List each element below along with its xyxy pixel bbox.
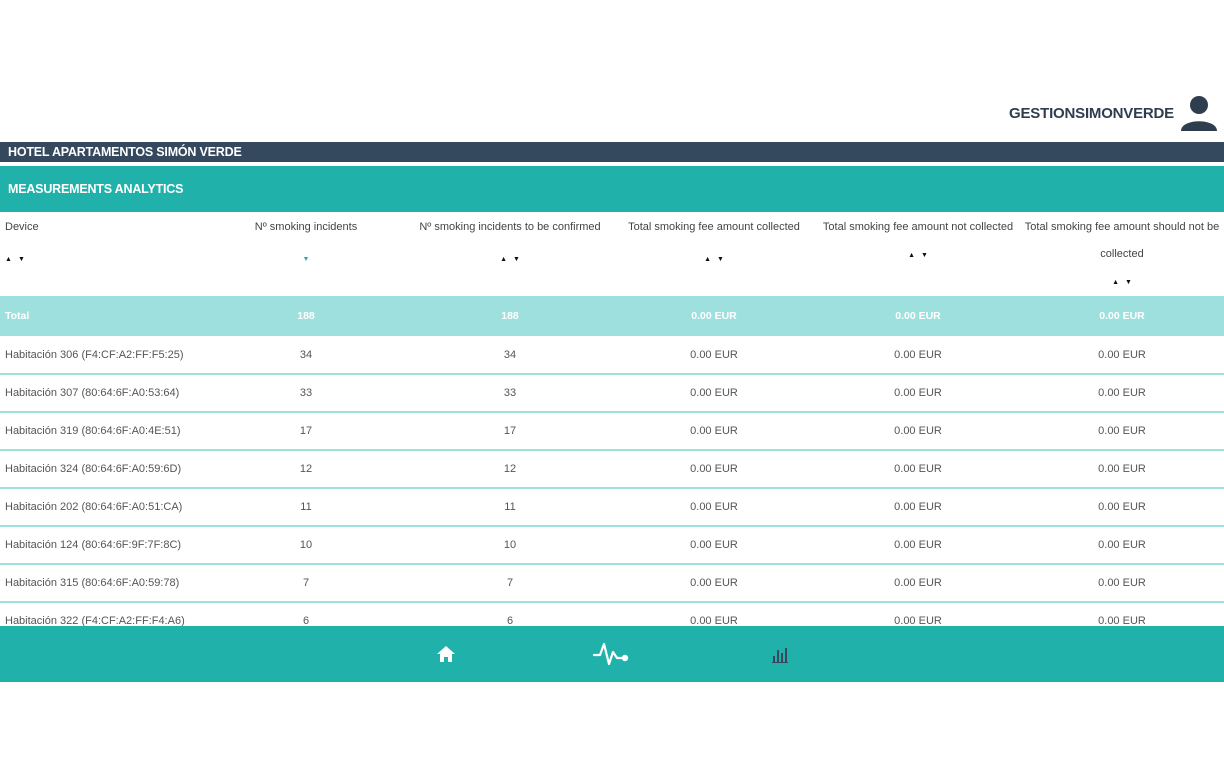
sort-arrows-icon[interactable]: ▲ ▼ <box>908 242 928 269</box>
analytics-table: Device ▲ ▼ Nº smoking incidents ▼ Nº smok… <box>0 214 1224 626</box>
value-cell: 34 <box>204 336 408 375</box>
user-icon[interactable] <box>1180 94 1218 132</box>
value-cell: 0.00 EUR <box>612 488 816 527</box>
pulse-icon <box>592 642 629 666</box>
value-cell: 7 <box>204 564 408 603</box>
nav-home-button[interactable] <box>432 640 460 668</box>
analytics-table-container[interactable]: Device ▲ ▼ Nº smoking incidents ▼ Nº smok… <box>0 214 1224 626</box>
total-cell: 0.00 EUR <box>612 296 816 336</box>
value-cell: 0.00 EUR <box>816 336 1020 375</box>
value-cell: 0.00 EUR <box>1020 336 1224 375</box>
value-cell: 11 <box>408 488 612 527</box>
total-cell: 0.00 EUR <box>1020 296 1224 336</box>
value-cell: 0.00 EUR <box>1020 488 1224 527</box>
value-cell: 0.00 EUR <box>612 602 816 626</box>
table-row[interactable]: Habitación 319 (80:64:6F:A0:4E:51) 17 17 0.… <box>0 412 1224 451</box>
total-cell: 188 <box>204 296 408 336</box>
table-row[interactable]: Habitación 307 (80:64:6F:A0:53:64) 33 33 0.… <box>0 374 1224 413</box>
value-cell: 17 <box>204 412 408 451</box>
value-cell: 10 <box>204 526 408 565</box>
table-row[interactable]: Habitación 306 (F4:CF:A2:FF:F5:25) 34 34 0.… <box>0 336 1224 375</box>
device-cell: Habitación 322 (F4:CF:A2:FF:F4:A6) <box>0 602 204 626</box>
value-cell: 0.00 EUR <box>1020 412 1224 451</box>
value-cell: 0.00 EUR <box>612 412 816 451</box>
sort-arrows-icon[interactable]: ▲ ▼ <box>1112 269 1132 296</box>
total-cell: 0.00 EUR <box>816 296 1020 336</box>
header-incidents-to-confirm[interactable]: Nº smoking incidents to be confirmed ▲ ▼ <box>408 214 612 296</box>
device-cell: Habitación 319 (80:64:6F:A0:4E:51) <box>0 412 204 451</box>
nav-analytics-button[interactable] <box>766 640 794 668</box>
table-row[interactable]: Habitación 315 (80:64:6F:A0:59:78) 7 7 0.00… <box>0 564 1224 603</box>
sort-arrows-icon[interactable]: ▲ ▼ <box>500 246 520 273</box>
hotel-name-bar: HOTEL APARTAMENTOS SIMÓN VERDE <box>0 142 1224 162</box>
value-cell: 33 <box>408 374 612 413</box>
section-title: MEASUREMENTS ANALYTICS <box>0 166 1224 212</box>
value-cell: 0.00 EUR <box>1020 450 1224 489</box>
device-cell: Habitación 306 (F4:CF:A2:FF:F5:25) <box>0 336 204 375</box>
value-cell: 0.00 EUR <box>612 336 816 375</box>
value-cell: 0.00 EUR <box>816 488 1020 527</box>
nav-measurements-button[interactable] <box>592 640 632 668</box>
device-cell: Habitación 124 (80:64:6F:9F:7F:8C) <box>0 526 204 565</box>
total-cell: 188 <box>408 296 612 336</box>
bar-chart-icon <box>772 648 788 663</box>
table-row[interactable]: Habitación 322 (F4:CF:A2:FF:F4:A6) 6 6 0.00… <box>0 602 1224 626</box>
device-cell: Habitación 307 (80:64:6F:A0:53:64) <box>0 374 204 413</box>
value-cell: 0.00 EUR <box>612 526 816 565</box>
sort-desc-icon[interactable]: ▼ <box>303 246 310 273</box>
value-cell: 7 <box>408 564 612 603</box>
total-label: Total <box>0 296 204 336</box>
sort-arrows-icon[interactable]: ▲ ▼ <box>5 246 25 273</box>
value-cell: 0.00 EUR <box>816 374 1020 413</box>
value-cell: 6 <box>204 602 408 626</box>
value-cell: 0.00 EUR <box>612 450 816 489</box>
value-cell: 0.00 EUR <box>612 374 816 413</box>
value-cell: 0.00 EUR <box>1020 564 1224 603</box>
value-cell: 12 <box>408 450 612 489</box>
home-icon <box>437 646 455 662</box>
device-cell: Habitación 315 (80:64:6F:A0:59:78) <box>0 564 204 603</box>
value-cell: 12 <box>204 450 408 489</box>
device-cell: Habitación 202 (80:64:6F:A0:51:CA) <box>0 488 204 527</box>
device-cell: Habitación 324 (80:64:6F:A0:59:6D) <box>0 450 204 489</box>
total-row: Total 188 188 0.00 EUR 0.00 EUR 0.00 EUR <box>0 296 1224 336</box>
table-row[interactable]: Habitación 202 (80:64:6F:A0:51:CA) 11 11 0.… <box>0 488 1224 527</box>
value-cell: 0.00 EUR <box>1020 602 1224 626</box>
value-cell: 17 <box>408 412 612 451</box>
value-cell: 0.00 EUR <box>816 602 1020 626</box>
username-label[interactable]: GESTIONSIMONVERDE <box>1009 105 1174 122</box>
value-cell: 0.00 EUR <box>816 564 1020 603</box>
user-area[interactable]: GESTIONSIMONVERDE <box>1009 94 1218 132</box>
table-row[interactable]: Habitación 324 (80:64:6F:A0:59:6D) 12 12 0.… <box>0 450 1224 489</box>
header-smoking-incidents[interactable]: Nº smoking incidents ▼ <box>204 214 408 296</box>
value-cell: 0.00 EUR <box>1020 374 1224 413</box>
value-cell: 10 <box>408 526 612 565</box>
sort-arrows-icon[interactable]: ▲ ▼ <box>704 246 724 273</box>
table-row[interactable]: Habitación 124 (80:64:6F:9F:7F:8C) 10 10 0.… <box>0 526 1224 565</box>
header-device[interactable]: Device ▲ ▼ <box>0 214 204 296</box>
value-cell: 0.00 EUR <box>816 526 1020 565</box>
table-header-row: Device ▲ ▼ Nº smoking incidents ▼ Nº smok… <box>0 214 1224 296</box>
header-fee-collected[interactable]: Total smoking fee amount collected ▲ ▼ <box>612 214 816 296</box>
value-cell: 33 <box>204 374 408 413</box>
value-cell: 11 <box>204 488 408 527</box>
value-cell: 6 <box>408 602 612 626</box>
value-cell: 0.00 EUR <box>816 450 1020 489</box>
value-cell: 34 <box>408 336 612 375</box>
bottom-navigation <box>0 626 1224 682</box>
value-cell: 0.00 EUR <box>816 412 1020 451</box>
header-fee-should-not-collect[interactable]: Total smoking fee amount should not be c… <box>1020 214 1224 296</box>
value-cell: 0.00 EUR <box>612 564 816 603</box>
header-fee-not-collected[interactable]: Total smoking fee amount not collected ▲… <box>816 214 1020 296</box>
value-cell: 0.00 EUR <box>1020 526 1224 565</box>
